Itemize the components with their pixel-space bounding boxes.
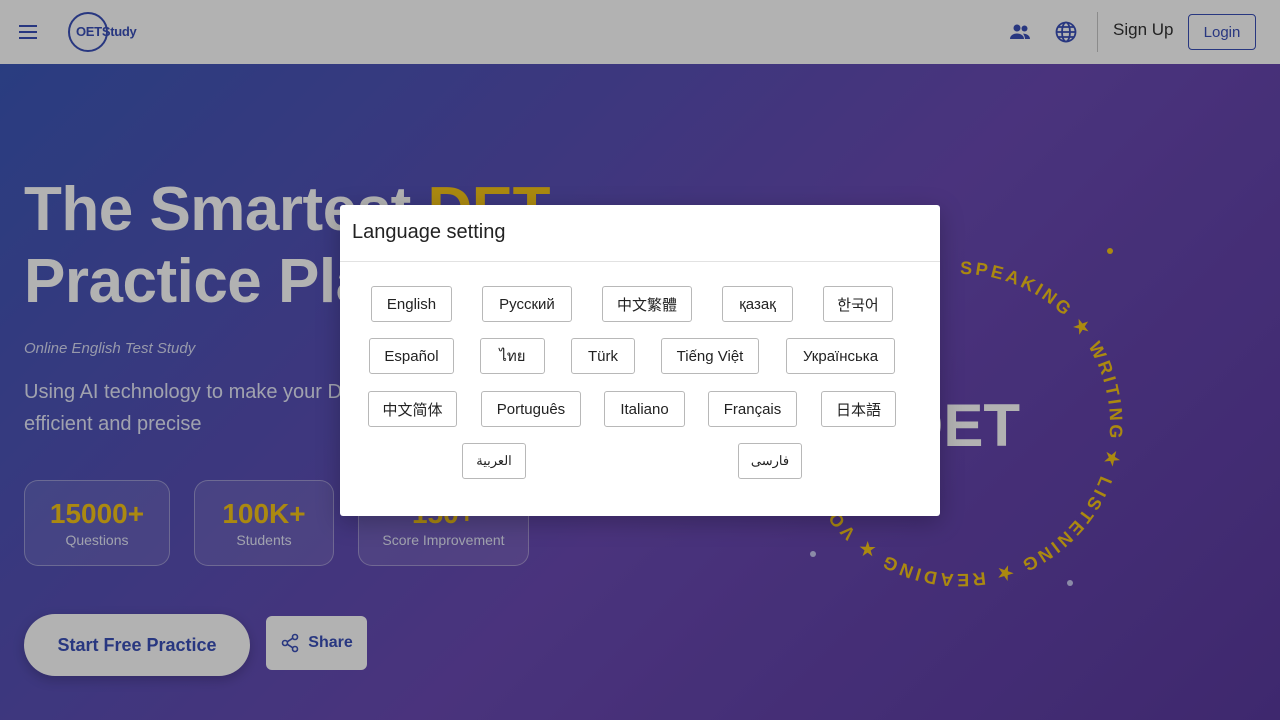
lang-option-kazakh[interactable]: қазақ	[722, 286, 793, 322]
lang-option-turkish[interactable]: Türk	[571, 338, 635, 374]
lang-option-persian[interactable]: فارسی	[738, 443, 802, 479]
lang-option-english[interactable]: English	[371, 286, 452, 322]
lang-option-russian[interactable]: Русский	[482, 286, 572, 322]
lang-option-spanish[interactable]: Español	[369, 338, 454, 374]
dialog-divider	[340, 261, 940, 262]
lang-option-chinese-simplified[interactable]: 中文简体	[368, 391, 457, 427]
lang-option-chinese-traditional[interactable]: 中文繁體	[602, 286, 692, 322]
dialog-title: Language setting	[352, 221, 506, 243]
lang-option-french[interactable]: Français	[708, 391, 797, 427]
lang-option-japanese[interactable]: 日本語	[821, 391, 896, 427]
lang-option-arabic[interactable]: العربية	[462, 443, 526, 479]
lang-option-italian[interactable]: Italiano	[604, 391, 685, 427]
lang-option-portuguese[interactable]: Português	[481, 391, 581, 427]
lang-option-vietnamese[interactable]: Tiếng Việt	[661, 338, 759, 374]
lang-option-ukrainian[interactable]: Українська	[786, 338, 895, 374]
lang-option-korean[interactable]: 한국어	[823, 286, 893, 322]
language-setting-dialog: Language setting English Русский 中文繁體 қа…	[340, 205, 940, 516]
lang-option-thai[interactable]: ไทย	[480, 338, 545, 374]
